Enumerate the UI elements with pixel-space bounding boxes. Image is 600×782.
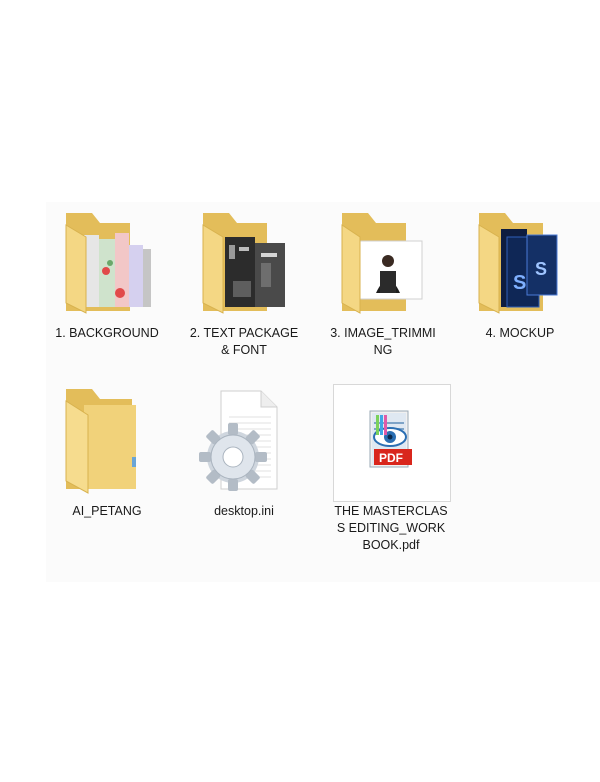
folder-text-package[interactable]: 2. TEXT PACKAGE & FONT: [181, 205, 307, 359]
folder-background[interactable]: 1. BACKGROUND: [44, 205, 170, 342]
file-desktop-ini[interactable]: desktop.ini: [181, 383, 307, 520]
file-label: desktop.ini: [214, 504, 274, 518]
svg-text:PDF: PDF: [379, 451, 403, 465]
folder-label: 4. MOCKUP: [485, 326, 555, 340]
file-masterclass-pdf[interactable]: PDF THE MASTERCLASS EDITING_WORKBOOK.pdf: [328, 383, 454, 554]
folder-icon: S S: [457, 205, 583, 323]
pdf-file-icon: PDF: [328, 383, 454, 501]
folder-label: AI_PETANG: [72, 504, 142, 518]
folder-label: 3. IMAGE_TRIMMING: [330, 326, 436, 357]
folder-ai-petang[interactable]: AI_PETANG: [44, 383, 170, 520]
svg-text:S: S: [535, 259, 547, 279]
folder-image-trimming[interactable]: 3. IMAGE_TRIMMING: [320, 205, 446, 359]
folder-icon: [181, 205, 307, 323]
folder-mockup[interactable]: S S 4. MOCKUP: [457, 205, 583, 342]
folder-icon: [44, 205, 170, 323]
folder-label: 1. BACKGROUND: [55, 326, 159, 340]
file-label: THE MASTERCLASS EDITING_WORKBOOK.pdf: [334, 504, 448, 552]
folder-icon: [44, 383, 170, 501]
svg-text:S: S: [513, 272, 526, 294]
settings-file-icon: [181, 383, 307, 501]
folder-label: 2. TEXT PACKAGE & FONT: [189, 326, 299, 357]
folder-icon: [320, 205, 446, 323]
